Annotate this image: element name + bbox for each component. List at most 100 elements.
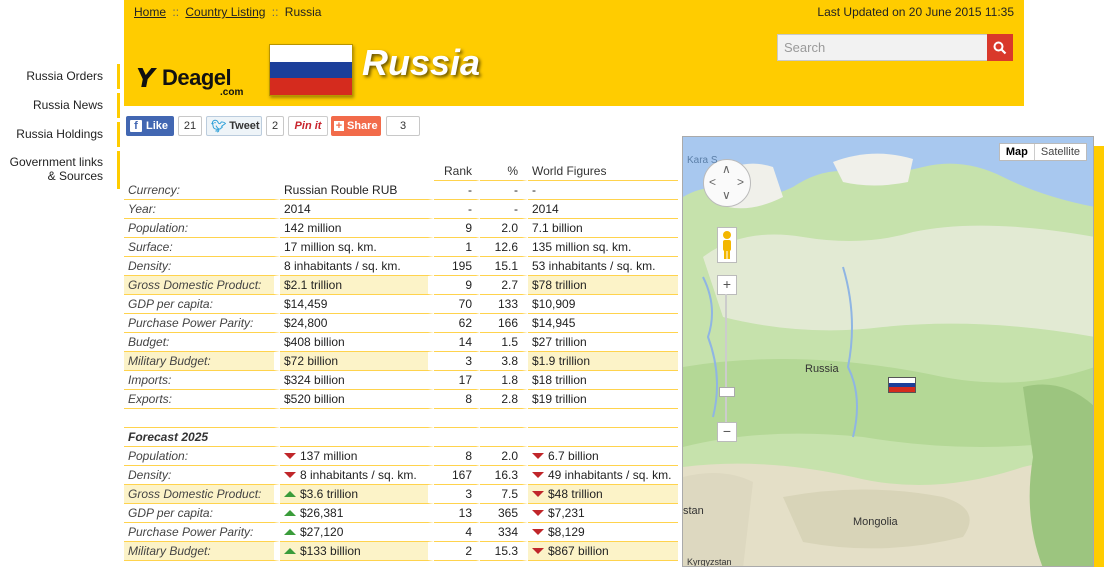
forecast-rank: 4 [434,523,480,542]
forecast-empty [480,428,528,447]
breadcrumb: Home :: Country Listing :: Russia [134,5,321,19]
like-label: Like [146,120,169,132]
last-updated-text: Last Updated on 20 June 2015 11:35 [817,5,1014,19]
breadcrumb-current: Russia [284,5,322,19]
twitter-icon: 🐦︎ [211,119,227,133]
breadcrumb-home-link[interactable]: Home [134,5,166,19]
map-label-russia: Russia [805,363,839,375]
breadcrumb-separator: :: [172,5,180,19]
search-box [777,34,1013,61]
map-type-toggle: Map Satellite [998,143,1087,161]
map-pan-control[interactable]: ∧ ∨ < > [703,159,751,207]
trend-down-icon [532,548,544,554]
row-world-figure: $1.9 trillion [528,352,678,371]
pinterest-button[interactable]: Pin it [288,116,328,136]
row-rank: 70 [434,295,480,314]
forecast-world-figure-text: 6.7 billion [548,449,599,463]
row-rank: 9 [434,276,480,295]
row-percent: 133 [480,295,528,314]
trend-down-icon [532,472,544,478]
row-rank: - [434,181,480,200]
row-rank: 17 [434,371,480,390]
trend-up-icon [284,510,296,516]
forecast-world-figure-text: $48 trillion [548,487,603,501]
forecast-value-text: $3.6 trillion [300,487,359,501]
plus-icon: + [334,120,344,132]
forecast-world-figure: $7,231 [528,504,678,523]
row-rank: 1 [434,238,480,257]
trend-up-icon [284,491,296,497]
table-row: Density: 8 inhabitants / sq. km. 195 15.1 53… [124,257,678,276]
forecast-world-figure: $8,129 [528,523,678,542]
zoom-out-button[interactable]: − [717,422,737,442]
row-value: Russian Rouble RUB [280,181,434,200]
forecast-world-figure: $867 billion [528,542,678,561]
spacer-cell [480,409,528,428]
share-count: 3 [386,116,420,136]
trend-down-icon [532,510,544,516]
sidebar-item-orders[interactable]: Russia Orders [0,64,120,89]
sidebar-item-holdings[interactable]: Russia Holdings [0,122,120,147]
spacer-cell [280,409,434,428]
zoom-slider-track[interactable] [725,294,727,424]
country-data-table: Rank % World Figures Currency: Russian Ro… [124,162,678,561]
deagel-logo[interactable]: Y Deagel .com [136,62,260,98]
trend-down-icon [284,472,296,478]
row-value: $14,459 [280,295,434,314]
zoom-in-button[interactable]: + [717,275,737,295]
pan-right-icon: > [737,175,745,189]
row-value: 17 million sq. km. [280,238,434,257]
table-row: Currency: Russian Rouble RUB - - - [124,181,678,200]
map-type-satellite-tab[interactable]: Satellite [1035,144,1086,160]
row-label: GDP per capita: [124,295,280,314]
trend-down-icon [284,453,296,459]
map-type-map-tab[interactable]: Map [1000,144,1035,160]
row-label: Military Budget: [124,352,280,371]
share-button[interactable]: + Share [331,116,381,136]
forecast-value: $27,120 [280,523,434,542]
zoom-slider-handle[interactable] [719,387,735,397]
table-row: Budget: $408 billion 14 1.5 $27 trillion [124,333,678,352]
forecast-rank: 167 [434,466,480,485]
forecast-rank: 13 [434,504,480,523]
country-map[interactable]: Map Satellite ∧ ∨ < > + − Kara S Russia … [682,136,1094,567]
table-header-row: Rank % World Figures [124,162,678,181]
search-button[interactable] [987,34,1013,61]
header-world-figures: World Figures [528,162,678,181]
sidebar-item-government-links[interactable]: Government links & Sources [0,151,120,189]
forecast-value: $26,381 [280,504,434,523]
map-label-mongolia: Mongolia [853,516,898,528]
forecast-world-figure: $48 trillion [528,485,678,504]
forecast-rank: 3 [434,485,480,504]
breadcrumb-separator: :: [271,5,279,19]
row-world-figure: $27 trillion [528,333,678,352]
facebook-like-button[interactable]: f Like [126,116,174,136]
search-input[interactable] [778,35,990,60]
forecast-row: Purchase Power Parity: $27,120 4 334 $8,129 [124,523,678,542]
forecast-empty [528,428,678,447]
facebook-icon: f [130,120,142,132]
tweet-label: Tweet [229,120,260,132]
forecast-world-figure-text: $8,129 [548,525,585,539]
spacer-cell [528,409,678,428]
forecast-value: 137 million [280,447,434,466]
forecast-label: GDP per capita: [124,504,280,523]
row-world-figure: 7.1 billion [528,219,678,238]
sidebar-item-news[interactable]: Russia News [0,93,120,118]
map-flag-marker[interactable] [888,377,916,393]
header-bar: Home :: Country Listing :: Russia Last U… [124,0,1024,106]
row-value: $72 billion [280,352,434,371]
row-value: 8 inhabitants / sq. km. [280,257,434,276]
forecast-title: Forecast 2025 [124,428,280,447]
forecast-row: GDP per capita: $26,381 13 365 $7,231 [124,504,678,523]
pan-up-icon: ∧ [722,162,731,176]
row-world-figure: 53 inhabitants / sq. km. [528,257,678,276]
trend-up-icon [284,548,296,554]
street-view-pegman[interactable] [717,227,737,263]
forecast-world-figure-text: $867 billion [548,544,609,558]
forecast-label: Density: [124,466,280,485]
breadcrumb-country-listing-link[interactable]: Country Listing [185,5,265,19]
forecast-value: $3.6 trillion [280,485,434,504]
tweet-button[interactable]: 🐦︎ Tweet [206,116,262,136]
forecast-value-text: $133 billion [300,544,361,558]
